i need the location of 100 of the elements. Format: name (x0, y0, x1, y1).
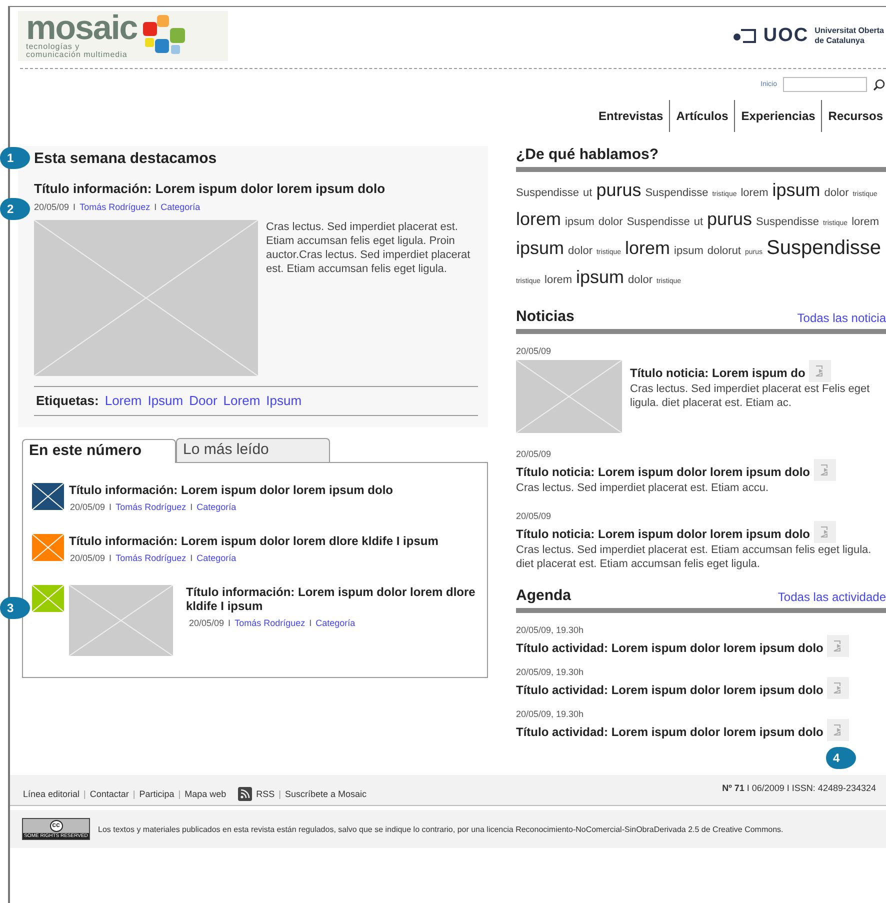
footer-link[interactable]: Línea editorial (23, 789, 80, 799)
tag-cloud-word[interactable]: dolor (598, 210, 623, 234)
nav-link[interactable]: Entrevistas (592, 100, 670, 132)
separator: I (109, 553, 112, 563)
uoc-acronym: UOC (763, 25, 809, 47)
tag-cloud-word[interactable]: ipsum (565, 210, 594, 234)
article-title[interactable]: Título información: Lorem ispum dolor lorem ipsum dolo (34, 181, 478, 196)
separator: | (278, 789, 282, 799)
news-title[interactable]: Título noticia: Lorem ispum dolor lorem ipsum dolo (516, 465, 810, 479)
tag-cloud-word[interactable]: ipsum (772, 178, 820, 202)
tag-cloud-word[interactable]: lorem (852, 210, 880, 234)
tag-link[interactable]: Lorem (223, 393, 260, 408)
go-icon[interactable] (814, 521, 836, 543)
tag-link[interactable]: Ipsum (148, 393, 184, 408)
footer-link[interactable]: RSS (256, 789, 275, 799)
event-title[interactable]: Título actividad: Lorem ispum dolor lorem ipsum dolo (516, 641, 824, 655)
tag-cloud-word[interactable]: dolorut (707, 239, 741, 263)
tag-link[interactable]: Ipsum (266, 393, 302, 408)
nav-link[interactable]: Artículos (669, 100, 734, 132)
event-title[interactable]: Título actividad: Lorem ispum dolor lorem ipsum dolo (516, 683, 824, 697)
footer-link[interactable]: Participa (139, 789, 174, 799)
tag-cloud-word[interactable]: purus (596, 178, 642, 202)
tag-link[interactable]: Lorem (104, 393, 142, 408)
tag-cloud-word[interactable]: ipsum (674, 239, 704, 263)
tag-cloud-word[interactable]: ipsum (516, 236, 564, 260)
meta-link[interactable]: Categoría (196, 553, 236, 563)
issue-info: Nº 71 I 06/2009 I ISSN: 42489-234324 (722, 783, 876, 795)
meta-link[interactable]: Tomás Rodríguez (234, 618, 306, 628)
tag-cloud-word[interactable]: dolor (628, 268, 653, 292)
news-summary: Cras lectus. Sed imperdiet placerat est. Etiam accu. (516, 481, 770, 495)
separator: I (190, 502, 193, 512)
news-date: 20/05/09 (516, 511, 552, 521)
meta-link[interactable]: Tomás Rodríguez (80, 202, 150, 212)
date-text: 20/05/09 (70, 502, 106, 512)
tag-cloud-word[interactable]: ut (694, 210, 704, 234)
footer-link[interactable]: Mapa web (184, 789, 226, 799)
tag-cloud-word[interactable]: lorem (516, 207, 562, 231)
article-title[interactable]: Título información: Lorem ispum dolor lorem dlore kldife I ipsum (186, 585, 479, 613)
more-link[interactable]: Todas las actividade (778, 590, 886, 604)
university-name: Universitat Oberta (814, 26, 884, 36)
section-heading: Esta semana destacamos (34, 150, 218, 167)
meta-link[interactable]: Categoría (160, 202, 200, 212)
logo-tagline: comunicación multimedia (26, 51, 128, 59)
section-heading: ¿De qué hablamos? (516, 146, 659, 163)
news-title[interactable]: Título noticia: Lorem ispum do (630, 366, 806, 380)
tag-cloud-word[interactable]: Suspendisse (645, 181, 708, 205)
tag-cloud-word[interactable]: Suspendisse (626, 210, 690, 234)
tab[interactable]: Lo más leído (176, 438, 330, 462)
separator: I (190, 553, 193, 563)
news-title[interactable]: Título noticia: Lorem ispum dolor lorem ipsum dolo (516, 527, 810, 541)
callout-marker: 3 (0, 597, 30, 619)
logo-name: mosaic (26, 13, 138, 43)
search-field[interactable] (783, 77, 867, 92)
go-icon[interactable] (827, 719, 850, 741)
go-icon[interactable] (814, 459, 836, 481)
callout-marker: 2 (0, 198, 30, 220)
section-heading: Agenda (516, 587, 572, 604)
tag-cloud-word[interactable]: lorem (740, 181, 768, 205)
event-title[interactable]: Título actividad: Lorem ispum dolor lorem ipsum dolo (516, 725, 824, 739)
tag-cloud-word[interactable]: Suspendisse (516, 181, 579, 205)
tag-cloud-word[interactable]: dolor (568, 239, 592, 263)
meta-link[interactable]: Tomás Rodríguez (116, 553, 186, 563)
nav-link[interactable]: Recursos (821, 100, 886, 132)
go-icon[interactable] (827, 677, 850, 699)
date-text: 20/05/09 (70, 553, 106, 563)
nav-link[interactable]: Experiencias (734, 100, 822, 132)
tag-cloud-word[interactable]: lorem (544, 268, 572, 292)
tag-link[interactable]: Door (189, 393, 218, 408)
event-date: 20/05/09, 19.30h (516, 667, 585, 677)
search-icon[interactable] (873, 78, 885, 90)
tag-cloud-word[interactable]: purus (707, 207, 752, 231)
meta-link[interactable]: Tomás Rodríguez (116, 502, 186, 512)
tab[interactable]: En este número (22, 439, 176, 463)
license-text: Los textos y materiales publicados en esta revista están regulados, salvo que se indique lo contrario, por una licencia Reconocimiento-NoComercial-SinObraDerivada 2.5 de Creative Commons. (98, 824, 784, 834)
footer-link[interactable]: Contactar (90, 789, 129, 799)
news-summary: Cras lectus. Sed imperdiet placerat est Felis eget ligula. diet placerat est. Etiam ac. (630, 382, 871, 410)
event-date: 20/05/09, 19.30h (516, 709, 585, 719)
footer-link[interactable]: Suscríbete a Mosaic (285, 789, 367, 799)
tag-cloud-word[interactable]: lorem (625, 236, 670, 260)
tag-cloud-word[interactable]: dolor (824, 181, 849, 205)
separator: | (84, 789, 86, 799)
callout-marker: 1 (0, 147, 30, 169)
separator: | (132, 789, 136, 799)
more-link[interactable]: Todas las noticia (797, 311, 886, 325)
rss-icon[interactable] (238, 787, 252, 801)
university-name: de Catalunya (814, 36, 866, 46)
article-title[interactable]: Título información: Lorem ispum dolor lorem ipsum dolo (69, 483, 394, 497)
article-title[interactable]: Título información: Lorem ispum dolor lorem dlore kldife I ipsum (69, 534, 438, 548)
tag-cloud-word[interactable]: Suspendisse (756, 210, 820, 234)
tag-cloud-word[interactable]: Suspendisse (766, 236, 882, 260)
uoc-logo-icon (733, 28, 758, 44)
separator: I (73, 202, 76, 212)
meta-link[interactable]: Categoría (316, 618, 356, 628)
tag-cloud-word[interactable]: ut (583, 181, 592, 205)
article-text: Cras lectus. Sed imperdiet placerat est. Etiam accumsan felis eget ligula. Proin auctor.Cras lectus. Sed imperdiet placerat est. Etiam accumsan felis eget ligula. (266, 220, 472, 277)
separator: I (228, 618, 231, 628)
go-icon[interactable] (809, 360, 832, 382)
meta-link[interactable]: Categoría (196, 502, 236, 512)
go-icon[interactable] (827, 635, 850, 657)
tag-cloud-word[interactable]: ipsum (576, 265, 624, 289)
